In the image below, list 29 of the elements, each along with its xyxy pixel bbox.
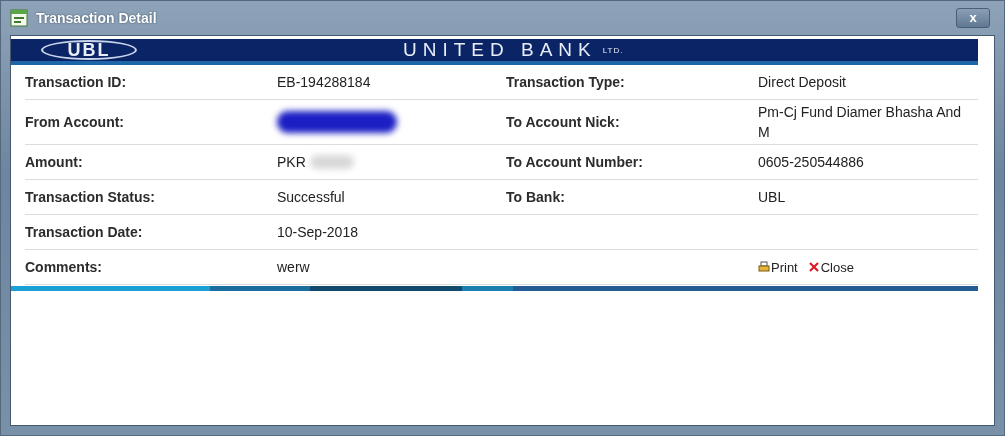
close-link[interactable]: Close [807, 259, 854, 275]
field-value: werw [277, 258, 310, 277]
field-value: EB-194288184 [277, 73, 371, 92]
bank-suffix: LTD. [602, 45, 624, 55]
field-label: Transaction Date: [25, 224, 144, 240]
field-label: Transaction Status: [25, 189, 156, 205]
field-value: Pm-Cj Fund Diamer Bhasha And M [758, 103, 963, 142]
bank-logo: UBL [41, 40, 137, 60]
window-title: Transaction Detail [36, 10, 158, 26]
field-value: 0605-250544886 [758, 153, 864, 172]
bank-name: UNITED BANK [403, 39, 597, 61]
close-icon [807, 261, 820, 273]
field-label: Amount: [25, 154, 84, 170]
close-button[interactable]: x [956, 8, 990, 28]
field-value: Successful [277, 188, 345, 207]
field-value: Direct Deposit [758, 73, 846, 92]
print-link[interactable]: Print [758, 259, 798, 275]
field-value: 10-Sep-2018 [277, 223, 358, 242]
field-label: To Account Nick: [506, 114, 621, 130]
field-label: To Bank: [506, 189, 566, 205]
field-label: To Account Number: [506, 154, 644, 170]
field-value: UBL [758, 188, 786, 207]
field-value: PKR [277, 153, 306, 172]
field-label: Transaction ID: [25, 74, 128, 90]
printer-icon [758, 261, 770, 273]
field-label: Transaction Type: [506, 74, 626, 90]
field-label: From Account: [25, 114, 126, 130]
window-icon [10, 9, 28, 27]
field-label: Comments: [25, 259, 103, 275]
